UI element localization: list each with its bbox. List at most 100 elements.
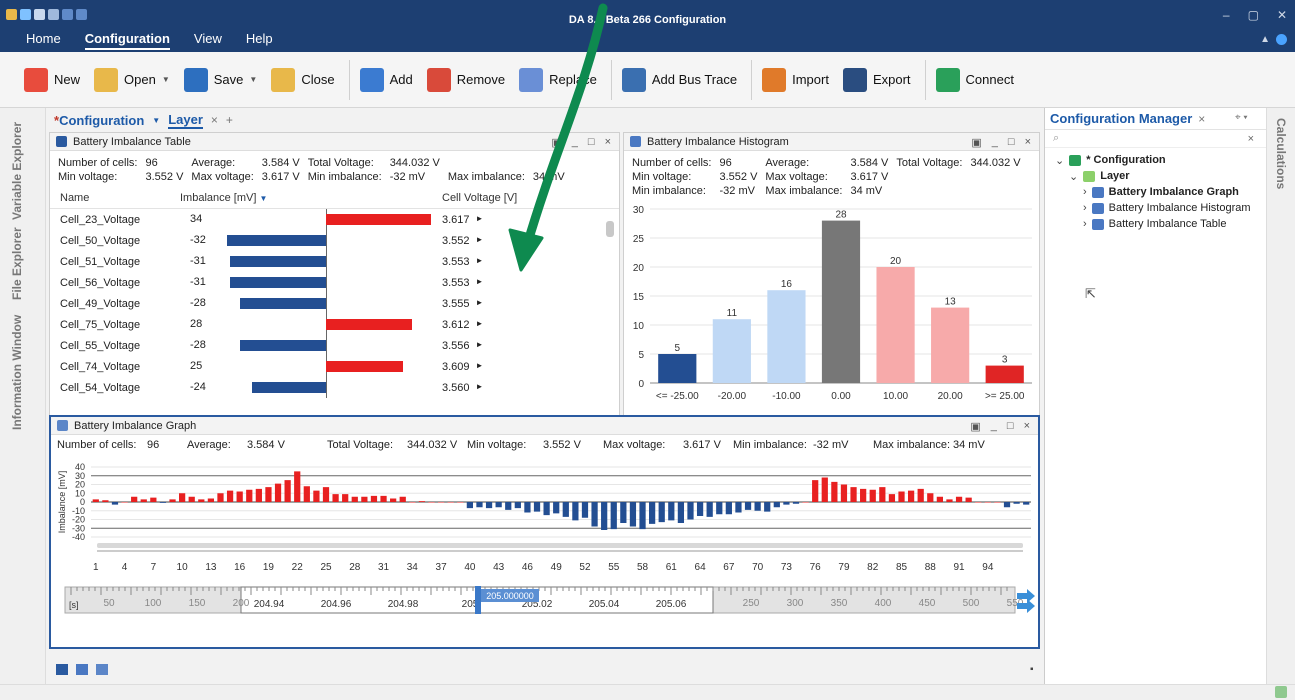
tab-layer[interactable]: Layer [168, 112, 203, 129]
column-name[interactable]: Name [50, 192, 180, 204]
tree-chevron-icon[interactable]: › [1083, 218, 1087, 230]
maximize-panel-icon[interactable]: □ [1008, 136, 1015, 149]
minimize-panel-icon[interactable]: _ [992, 136, 998, 149]
histogram-view-icon[interactable] [76, 664, 88, 675]
expand-arrow-icon[interactable]: ► [476, 361, 484, 373]
minimize-panel-icon[interactable]: _ [572, 136, 578, 149]
pin-icon[interactable]: ⌖ ▾ [1235, 112, 1248, 123]
tree-item-label: Layer [1100, 170, 1130, 182]
expand-arrow-icon[interactable]: ► [476, 340, 484, 352]
export-button[interactable]: Export [842, 67, 911, 92]
properties-icon[interactable]: ▣ [551, 136, 561, 149]
maximize-panel-icon[interactable]: □ [1007, 420, 1014, 433]
properties-icon[interactable]: ▣ [971, 136, 981, 149]
tree-item[interactable]: › Battery Imbalance Table [1055, 216, 1266, 232]
tree-item[interactable]: › Battery Imbalance Histogram [1055, 200, 1266, 216]
imbalance-bar [466, 502, 473, 509]
table-row[interactable]: Cell_55_Voltage -28 3.556 ► [50, 335, 619, 356]
close-panel-icon[interactable]: × [605, 136, 611, 149]
tree-chevron-icon[interactable]: ⌄ [1069, 170, 1078, 183]
new-button[interactable]: New [24, 67, 80, 92]
close-manager-icon[interactable]: × [1198, 112, 1205, 126]
tree-item[interactable]: › Battery Imbalance Graph [1055, 184, 1266, 200]
tree-item[interactable]: ⌄ Layer [1055, 168, 1266, 184]
menu-configuration[interactable]: Configuration [84, 31, 170, 50]
tree-chevron-icon[interactable]: ⌄ [1055, 154, 1064, 167]
connect-button[interactable]: Connect [935, 67, 1014, 92]
voltage-cell: 3.617 ► [442, 214, 502, 226]
stat-cell: Number of cells: [58, 157, 138, 169]
close-panel-icon[interactable]: × [1025, 136, 1031, 149]
table-view-icon[interactable] [56, 664, 68, 675]
chevron-down-icon[interactable]: ▼ [162, 75, 170, 84]
menu-help[interactable]: Help [246, 31, 273, 50]
tab-file-explorer[interactable]: File Explorer [10, 227, 24, 300]
tree-chevron-icon[interactable]: › [1083, 202, 1087, 214]
stat-cell: 3.617 V [261, 171, 300, 183]
manager-search-input[interactable] [1063, 132, 1214, 145]
expand-arrow-icon[interactable]: ► [476, 256, 484, 268]
properties-icon[interactable]: ▣ [970, 420, 980, 433]
expand-arrow-icon[interactable]: ► [476, 235, 484, 247]
open-button[interactable]: Open ▼ [94, 67, 170, 92]
stat-cell: 3.617 V [683, 439, 721, 451]
add-tab-button[interactable]: + [226, 113, 233, 127]
pin-icon[interactable]: ▪ [1030, 664, 1034, 675]
remove-button[interactable]: Remove [426, 67, 505, 92]
bar-value-label: 5 [675, 343, 681, 354]
time-tick-label: 205.06 [656, 599, 687, 610]
minimize-button[interactable]: – [1223, 8, 1230, 22]
tree-chevron-icon[interactable]: › [1083, 186, 1087, 198]
bar-value-label: 20 [890, 256, 902, 267]
voltage-value: 3.617 [442, 213, 470, 226]
manager-search[interactable]: ⌕ × [1045, 130, 1266, 148]
tab-variable-explorer[interactable]: Variable Explorer [10, 122, 24, 220]
expand-arrow-icon[interactable]: ► [476, 382, 484, 394]
table-row[interactable]: Cell_50_Voltage -32 3.552 ► [50, 230, 619, 251]
close-layer-tab-icon[interactable]: × [211, 113, 218, 127]
table-row[interactable]: Cell_23_Voltage 34 3.617 ► [50, 209, 619, 230]
x-tick-label: 55 [608, 562, 620, 573]
graph-view-icon[interactable] [96, 664, 108, 675]
table-row[interactable]: Cell_49_Voltage -28 3.555 ► [50, 293, 619, 314]
table-row[interactable]: Cell_54_Voltage -24 3.560 ► [50, 377, 619, 398]
replace-button[interactable]: Replace [519, 67, 597, 92]
import-button[interactable]: Import [762, 67, 829, 92]
table-row[interactable]: Cell_74_Voltage 25 3.609 ► [50, 356, 619, 377]
expand-arrow-icon[interactable]: ► [476, 298, 484, 310]
column-imbalance[interactable]: Imbalance [mV] ▼ [180, 192, 442, 204]
close-panel-icon[interactable]: × [1024, 420, 1030, 433]
column-cell-voltage[interactable]: Cell Voltage [V] [442, 192, 562, 204]
clear-search-icon[interactable]: × [1248, 133, 1254, 145]
imbalance-bar [326, 319, 413, 330]
close-button[interactable]: Close [271, 67, 335, 92]
expand-arrow-icon[interactable]: ► [476, 319, 484, 331]
tab-calculations[interactable]: Calculations [1274, 118, 1288, 189]
tree-item[interactable]: ⌄ * Configuration [1055, 152, 1266, 168]
table-scrollbar[interactable] [606, 221, 614, 237]
expand-arrow-icon[interactable]: ► [476, 214, 484, 226]
table-row[interactable]: Cell_51_Voltage -31 3.553 ► [50, 251, 619, 272]
imbalance-bar [246, 489, 253, 502]
time-cursor-handle[interactable] [475, 586, 481, 614]
voltage-value: 3.560 [442, 381, 470, 394]
tab-information-window[interactable]: Information Window [10, 315, 24, 430]
add-button[interactable]: Add [359, 67, 413, 92]
help-icon[interactable] [1276, 34, 1287, 45]
expand-arrow-icon[interactable]: ► [476, 277, 484, 289]
minimize-panel-icon[interactable]: _ [991, 420, 997, 433]
graph-horizontal-scrollbar[interactable] [97, 543, 1023, 548]
menu-home[interactable]: Home [26, 31, 61, 50]
add-bus-trace-button[interactable]: Add Bus Trace [621, 67, 737, 92]
chevron-down-icon[interactable]: ▼ [152, 116, 160, 125]
table-row[interactable]: Cell_56_Voltage -31 3.553 ► [50, 272, 619, 293]
collapse-ribbon-icon[interactable]: ▲ [1260, 34, 1270, 45]
maximize-button[interactable]: ▢ [1248, 8, 1259, 22]
save-button[interactable]: Save ▼ [183, 67, 257, 92]
tab-configuration[interactable]: *Configuration [54, 113, 144, 128]
chevron-down-icon[interactable]: ▼ [249, 75, 257, 84]
maximize-panel-icon[interactable]: □ [588, 136, 595, 149]
table-row[interactable]: Cell_75_Voltage 28 3.612 ► [50, 314, 619, 335]
close-button[interactable]: ✕ [1277, 8, 1287, 22]
menu-view[interactable]: View [194, 31, 222, 50]
